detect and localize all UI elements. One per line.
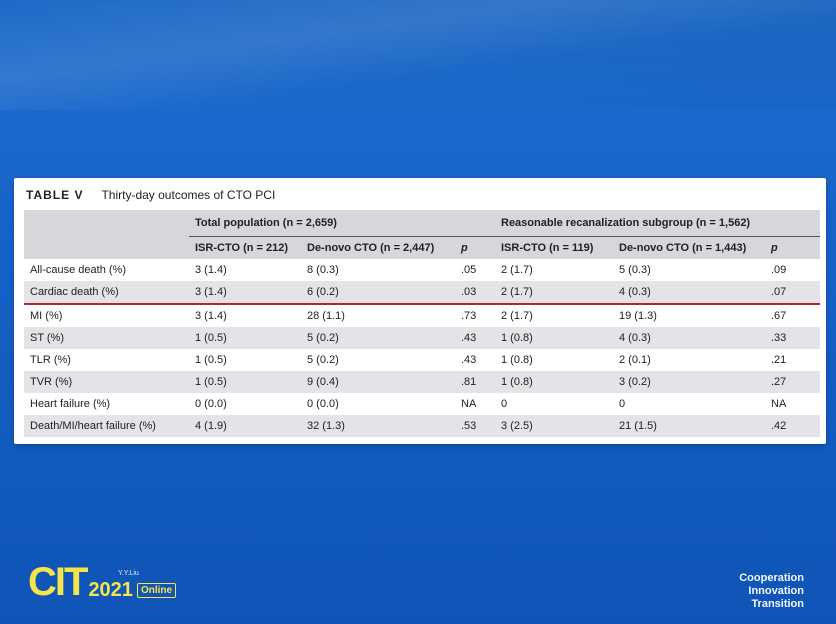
table-cell: 4 (1.9) (189, 415, 301, 437)
col-header: De-novo CTO (n = 1,443) (613, 236, 765, 259)
table-cell: .81 (455, 371, 495, 393)
row-label: All-cause death (%) (30, 264, 126, 276)
group-header-total: Total population (n = 2,659) (189, 210, 495, 237)
table-cell: 2 (1.7) (501, 264, 533, 276)
logo-year: 2021 (88, 579, 133, 601)
table-cell: 3 (2.5) (495, 415, 613, 437)
motto-line: Cooperation (739, 572, 804, 584)
table-cell: 0 (0.0) (307, 398, 339, 410)
table-label: TABLE V (26, 188, 84, 202)
table-cell: 2 (0.1) (619, 354, 651, 366)
col-header: ISR-CTO (n = 119) (495, 236, 613, 259)
table-cell: 3 (1.4) (195, 310, 227, 322)
table-cell: 2 (1.7) (495, 281, 613, 305)
table-caption: TABLE V Thirty-day outcomes of CTO PCI (26, 188, 275, 202)
table-cell: 9 (0.4) (301, 371, 455, 393)
row-label: Cardiac death (%) (24, 281, 189, 305)
table-row: Cardiac death (%) 3 (1.4) 6 (0.2) .03 2 … (24, 281, 820, 305)
table-cell: .27 (765, 371, 820, 393)
row-label: TLR (%) (30, 354, 71, 366)
table-cell: 1 (0.8) (495, 371, 613, 393)
logo-small-text: Y.Y.Liu (118, 570, 139, 577)
table-cell: .03 (455, 281, 495, 305)
col-header: p (765, 236, 820, 259)
table-cell: 3 (0.2) (613, 371, 765, 393)
motto: Cooperation Innovation Transition (739, 572, 804, 611)
table-cell: .07 (765, 281, 820, 305)
group-header-row: Total population (n = 2,659) Reasonable … (24, 210, 820, 237)
table-cell: NA (461, 398, 477, 410)
row-label: Death/MI/heart failure (%) (24, 415, 189, 437)
table-title: Thirty-day outcomes of CTO PCI (101, 188, 276, 202)
table-cell: 32 (1.3) (301, 415, 455, 437)
corner-cell (24, 210, 189, 237)
table-cell: NA (771, 398, 787, 410)
table-cell: 28 (1.1) (307, 310, 345, 322)
table-cell: .42 (765, 415, 820, 437)
table-cell: 4 (0.3) (613, 281, 765, 305)
table-cell: 5 (0.2) (307, 354, 339, 366)
table-card: TABLE V Thirty-day outcomes of CTO PCI T… (14, 178, 826, 444)
motto-line: Innovation (748, 585, 804, 597)
group-header-subgroup: Reasonable recanalization subgroup (n = … (495, 210, 820, 237)
row-label: Heart failure (%) (30, 398, 111, 410)
table-cell: 19 (1.3) (619, 310, 657, 322)
table-cell: 1 (0.5) (195, 354, 227, 366)
table-row: TVR (%) 1 (0.5) 9 (0.4) .81 1 (0.8) 3 (0… (24, 371, 820, 393)
motto-line: Transition (751, 598, 804, 610)
table-cell: 5 (0.3) (619, 264, 651, 276)
table-cell: 4 (0.3) (613, 327, 765, 349)
table-cell: 6 (0.2) (301, 281, 455, 305)
table-cell: 0 (501, 398, 508, 410)
col-header: p (455, 236, 495, 259)
logo-online: Online (136, 583, 177, 598)
table-cell: 1 (0.8) (501, 354, 533, 366)
table-cell: 3 (1.4) (189, 281, 301, 305)
outcomes-table: Total population (n = 2,659) Reasonable … (24, 210, 820, 437)
table-cell: .33 (765, 327, 820, 349)
row-label: ST (%) (24, 327, 189, 349)
table-cell: 3 (1.4) (195, 264, 227, 276)
logo-main: CIT (28, 560, 88, 604)
table-cell: .67 (771, 310, 787, 322)
table-cell: 0 (0.0) (195, 398, 227, 410)
table-cell: .21 (771, 354, 787, 366)
col-header: De-novo CTO (n = 2,447) (301, 236, 455, 259)
table-cell: .73 (461, 310, 477, 322)
col-header: ISR-CTO (n = 212) (189, 236, 301, 259)
table-cell: 2 (1.7) (501, 310, 533, 322)
table-row: ST (%) 1 (0.5) 5 (0.2) .43 1 (0.8) 4 (0.… (24, 327, 820, 349)
table-cell: 1 (0.8) (495, 327, 613, 349)
table-row: Heart failure (%) 0 (0.0) 0 (0.0) NA 0 0… (24, 393, 820, 415)
background-streak (0, 0, 836, 110)
table-row: All-cause death (%) 3 (1.4) 8 (0.3) .05 … (24, 259, 820, 281)
row-label: TVR (%) (24, 371, 189, 393)
table-cell: .05 (461, 264, 477, 276)
table-row: TLR (%) 1 (0.5) 5 (0.2) .43 1 (0.8) 2 (0… (24, 349, 820, 371)
table-cell: 1 (0.5) (189, 327, 301, 349)
table-cell: 21 (1.5) (613, 415, 765, 437)
table-row: Death/MI/heart failure (%) 4 (1.9) 32 (1… (24, 415, 820, 437)
table-cell: 0 (619, 398, 626, 410)
cit-logo: CIT 2021 Online Y.Y.Liu (28, 560, 177, 604)
subheader-row: ISR-CTO (n = 212) De-novo CTO (n = 2,447… (24, 236, 820, 259)
table-cell: .53 (455, 415, 495, 437)
table-cell: 1 (0.5) (189, 371, 301, 393)
row-label: MI (%) (30, 310, 63, 322)
table-cell: .43 (455, 327, 495, 349)
table-cell: 5 (0.2) (301, 327, 455, 349)
corner-cell-2 (24, 236, 189, 259)
table-cell: .09 (771, 264, 787, 276)
table-row: MI (%) 3 (1.4) 28 (1.1) .73 2 (1.7) 19 (… (24, 304, 820, 327)
table-cell: 8 (0.3) (307, 264, 339, 276)
table-cell: .43 (461, 354, 477, 366)
